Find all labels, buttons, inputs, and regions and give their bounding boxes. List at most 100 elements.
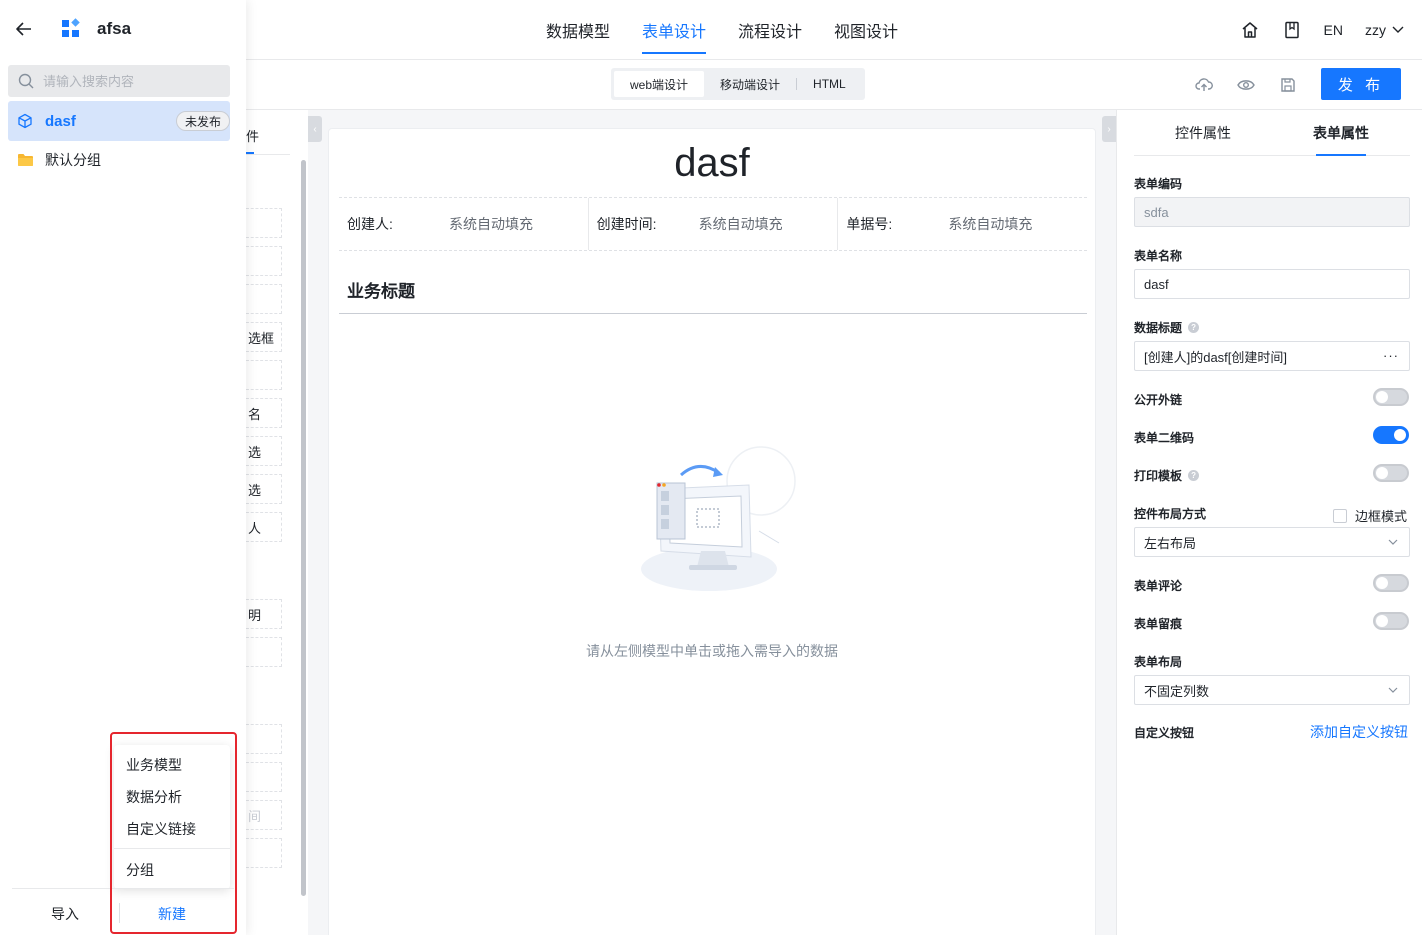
widget-item[interactable]: 明 xyxy=(246,599,282,629)
public-link-label: 公开外链 xyxy=(1134,393,1183,407)
field-creator[interactable]: 创建人: 系统自动填充 xyxy=(339,198,589,250)
qrcode-label: 表单二维码 xyxy=(1134,431,1195,445)
widget-item[interactable] xyxy=(246,208,282,238)
comment-label: 表单评论 xyxy=(1134,579,1183,593)
model-name: dasf xyxy=(45,113,76,130)
user-name: zzy xyxy=(1365,22,1386,38)
app-name: afsa xyxy=(97,19,132,38)
widget-item[interactable] xyxy=(246,637,282,667)
status-badge: 未发布 xyxy=(176,111,230,131)
border-mode-label: 边框模式 xyxy=(1355,509,1408,524)
form-name-field[interactable]: dasf xyxy=(1134,269,1410,299)
search-icon xyxy=(18,73,34,89)
mode-web[interactable]: web端设计 xyxy=(614,71,705,97)
model-item-selected[interactable]: dasf 未发布 xyxy=(8,101,230,141)
tab-form-props[interactable]: 表单属性 xyxy=(1272,110,1410,156)
cloud-upload-icon[interactable] xyxy=(1194,75,1214,95)
import-button[interactable]: 导入 xyxy=(51,904,79,924)
add-custom-button-link[interactable]: 添加自定义按钮 xyxy=(1310,722,1408,742)
widget-panel: 件 选框 名 选 选 人 明 间 xyxy=(246,110,308,935)
field-create-time[interactable]: 创建时间: 系统自动填充 xyxy=(589,198,839,250)
top-right-actions: EN zzy xyxy=(1240,0,1404,60)
widget-item[interactable] xyxy=(246,284,282,314)
layout-mode-value: 左右布局 xyxy=(1144,535,1197,551)
checkbox[interactable] xyxy=(1333,508,1347,523)
field-doc-number[interactable]: 单据号: 系统自动填充 xyxy=(838,198,1087,250)
field-label: 创建人: xyxy=(347,216,393,232)
help-icon[interactable]: ? xyxy=(1188,470,1200,481)
back-arrow-icon[interactable] xyxy=(14,19,34,42)
scrollbar[interactable] xyxy=(301,160,306,896)
menu-item-data-analysis[interactable]: 数据分析 xyxy=(126,787,182,807)
group-item-default[interactable]: 默认分组 xyxy=(17,150,101,170)
form-layout-value: 不固定列数 xyxy=(1144,683,1210,699)
home-icon[interactable] xyxy=(1240,20,1260,40)
widget-item[interactable]: 人 xyxy=(246,512,282,542)
collapse-left-panel-button[interactable]: ‹ xyxy=(308,116,322,142)
help-icon[interactable]: ? xyxy=(1188,322,1200,333)
tab-widget-props[interactable]: 控件属性 xyxy=(1134,110,1272,155)
folder-icon xyxy=(18,154,33,166)
eye-icon[interactable] xyxy=(1236,75,1256,95)
layout-mode-select[interactable]: 左右布局 xyxy=(1134,527,1410,557)
form-code-field: sdfa xyxy=(1134,197,1410,227)
mode-html[interactable]: HTML xyxy=(797,71,862,97)
widget-item[interactable] xyxy=(246,724,282,754)
layout-mode-label: 控件布局方式 xyxy=(1134,507,1207,521)
border-mode-checkbox[interactable]: 边框模式 xyxy=(1333,506,1407,525)
widget-tab[interactable]: 件 xyxy=(246,126,259,145)
data-title-field[interactable]: [创建人]的dasf[创建时间] ··· xyxy=(1134,341,1410,371)
new-button[interactable]: 新建 xyxy=(158,904,186,924)
public-link-toggle[interactable] xyxy=(1373,388,1409,406)
print-template-toggle[interactable] xyxy=(1373,464,1409,482)
menu-item-business-model[interactable]: 业务模型 xyxy=(126,755,182,775)
group-name: 默认分组 xyxy=(45,152,101,168)
field-value: 系统自动填充 xyxy=(948,216,1033,232)
form-code-label: 表单编码 xyxy=(1134,177,1183,191)
empty-state-hint: 请从左侧模型中单击或拖入需导入的数据 xyxy=(586,643,838,659)
app-drawer: afsa dasf 未发布 默认分组 业务模型 数据分析 自定义链接 分组 导入… xyxy=(0,0,246,935)
field-label: 创建时间: xyxy=(596,216,657,232)
data-title-label-row: 数据标题 ? xyxy=(1134,319,1200,336)
more-icon[interactable]: ··· xyxy=(1383,348,1399,363)
divider xyxy=(246,154,290,155)
properties-tabs: 控件属性 表单属性 xyxy=(1134,110,1410,156)
system-fields-row: 创建人: 系统自动填充 创建时间: 系统自动填充 单据号: 系统自动填充 xyxy=(339,197,1087,251)
menu-item-custom-link[interactable]: 自定义链接 xyxy=(126,819,196,839)
collapse-right-panel-button[interactable]: › xyxy=(1102,116,1116,142)
widget-item[interactable] xyxy=(246,246,282,276)
chevron-right-icon: › xyxy=(1107,123,1111,135)
widget-item[interactable] xyxy=(246,838,282,868)
widget-item[interactable]: 名 xyxy=(246,398,282,428)
section-title[interactable]: 业务标题 xyxy=(347,277,415,302)
widget-item[interactable]: 选 xyxy=(246,474,282,504)
mode-mobile[interactable]: 移动端设计 xyxy=(704,71,796,97)
user-menu[interactable]: zzy xyxy=(1365,22,1404,38)
publish-button[interactable]: 发 布 xyxy=(1321,68,1401,100)
tab-flow-design[interactable]: 流程设计 xyxy=(722,0,818,60)
widget-item[interactable]: 选 xyxy=(246,436,282,466)
widget-item[interactable]: 间 xyxy=(246,800,282,830)
form-name-label: 表单名称 xyxy=(1134,249,1183,263)
search-box[interactable] xyxy=(8,65,230,97)
tab-form-design[interactable]: 表单设计 xyxy=(626,0,722,60)
widget-item[interactable]: 选框 xyxy=(246,322,282,352)
book-icon[interactable] xyxy=(1282,20,1302,40)
widget-item[interactable] xyxy=(246,762,282,792)
divider xyxy=(12,888,234,889)
trace-toggle[interactable] xyxy=(1373,612,1409,630)
widget-item[interactable] xyxy=(246,360,282,390)
form-layout-select[interactable]: 不固定列数 xyxy=(1134,675,1410,705)
tab-data-model[interactable]: 数据模型 xyxy=(530,0,626,60)
save-icon[interactable] xyxy=(1278,75,1298,95)
form-canvas: dasf 创建人: 系统自动填充 创建时间: 系统自动填充 单据号: 系统自动填… xyxy=(328,128,1096,935)
tab-view-design[interactable]: 视图设计 xyxy=(818,0,914,60)
qrcode-toggle[interactable] xyxy=(1373,426,1409,444)
comment-toggle[interactable] xyxy=(1373,574,1409,592)
search-input[interactable] xyxy=(43,73,213,89)
form-title[interactable]: dasf xyxy=(329,141,1095,186)
language-switch[interactable]: EN xyxy=(1324,22,1343,38)
custom-button-label: 自定义按钮 xyxy=(1134,726,1195,740)
chevron-left-icon: ‹ xyxy=(313,123,317,135)
menu-item-group[interactable]: 分组 xyxy=(126,860,154,880)
